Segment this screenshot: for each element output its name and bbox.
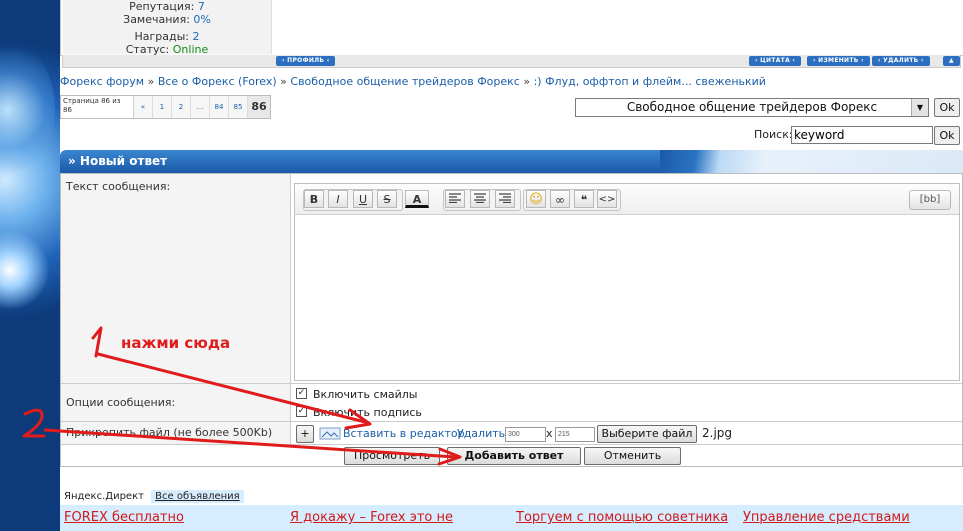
page-link[interactable]: 2: [172, 96, 191, 118]
search-input[interactable]: [791, 126, 933, 144]
message-textarea[interactable]: [295, 215, 959, 380]
all-ads-tab[interactable]: Все объявления: [151, 490, 244, 503]
background-glow: [0, 230, 50, 310]
italic-button[interactable]: I: [328, 190, 348, 208]
delete-attachment-link[interactable]: Удалить: [457, 427, 505, 440]
bold-button[interactable]: B: [304, 190, 324, 208]
remarks-row: Замечания: 0%: [63, 13, 271, 26]
code-icon[interactable]: <>: [597, 190, 617, 208]
background-decoration: [0, 0, 60, 531]
remarks-value[interactable]: 0%: [193, 13, 210, 26]
ad-link[interactable]: Торгуем с помощью советника: [516, 510, 728, 525]
background-glow: [0, 40, 55, 180]
align-center-icon: [474, 193, 486, 204]
smiles-checkbox[interactable]: ✓: [296, 388, 307, 399]
page-ellipsis[interactable]: ...: [191, 96, 210, 118]
reputation-label: Репутация:: [129, 0, 195, 13]
reply-header: » Новый ответ: [60, 150, 963, 173]
ad-link[interactable]: Я докажу – Forex это не: [290, 510, 453, 525]
align-right-button[interactable]: [495, 190, 515, 208]
editor-toolbar: B I U S A ☺ ∞ ❝ <> [bb]: [295, 184, 959, 215]
insert-into-editor-link[interactable]: Вставить в редактор: [343, 427, 465, 440]
preview-button[interactable]: Просмотреть: [344, 447, 440, 465]
cancel-button[interactable]: Отменить: [584, 447, 681, 465]
breadcrumb-separator: »: [519, 75, 534, 88]
edit-button[interactable]: › ИЗМЕНИТЬ ‹: [807, 56, 870, 66]
profile-button[interactable]: › ПРОФИЛЬ ‹: [276, 56, 336, 66]
breadcrumb: Форекс форум » Все о Форекс (Forex) » Св…: [60, 75, 766, 88]
delete-button[interactable]: › УДАЛИТЬ ‹: [872, 56, 930, 66]
breadcrumb-category[interactable]: Все о Форекс (Forex): [158, 75, 277, 88]
dimension-separator: x: [546, 427, 553, 440]
attach-label: Прикрепить файл (не более 500Kb): [66, 426, 273, 439]
reply-form: Текст сообщения: B I U S A ☺ ∞ ❝ <> [bb]…: [60, 173, 963, 467]
smiles-option-label: Включить смайлы: [313, 388, 418, 401]
page-link[interactable]: 85: [229, 96, 248, 118]
smile-icon[interactable]: ☺: [526, 190, 546, 208]
row-divider: [61, 444, 962, 445]
reputation-value[interactable]: 7: [198, 0, 205, 13]
image-height-input[interactable]: [555, 427, 595, 442]
image-icon: [319, 427, 341, 443]
font-color-button[interactable]: A: [405, 190, 429, 208]
text-label-cell: Текст сообщения:: [61, 174, 291, 383]
text-label: Текст сообщения:: [66, 180, 171, 193]
image-width-input[interactable]: [505, 427, 546, 442]
post-block: Репутация: 7 Замечания: 0% Награды: 2 Ст…: [60, 0, 963, 56]
page-current: 86: [248, 96, 270, 118]
quote-icon[interactable]: ❝: [574, 190, 594, 208]
reply-header-wave: [660, 150, 963, 173]
align-center-button[interactable]: [470, 190, 490, 208]
breadcrumb-separator: »: [276, 75, 291, 88]
ads-tabs: Яндекс.Директ Все объявления: [60, 490, 244, 505]
ad-link[interactable]: FOREX бесплатно: [64, 510, 184, 525]
underline-button[interactable]: U: [353, 190, 373, 208]
page-main: Репутация: 7 Замечания: 0% Награды: 2 Ст…: [60, 0, 963, 531]
align-left-button[interactable]: [445, 190, 465, 208]
forum-jump-value: Свободное общение трейдеров Форекс: [626, 100, 878, 114]
align-right-icon: [499, 193, 511, 204]
attach-label-cell: Прикрепить файл (не более 500Kb): [61, 422, 291, 444]
page-link[interactable]: 84: [210, 96, 229, 118]
awards-row: Награды: 2: [63, 30, 271, 43]
awards-value[interactable]: 2: [193, 30, 200, 43]
message-editor: B I U S A ☺ ∞ ❝ <> [bb]: [294, 183, 960, 381]
submit-reply-button[interactable]: Добавить ответ: [447, 447, 581, 465]
add-attachment-button[interactable]: +: [296, 425, 314, 443]
post-action-bar: › ПРОФИЛЬ ‹ › ЦИТАТА ‹ › ИЗМЕНИТЬ ‹ › УД…: [62, 55, 961, 68]
selected-file-name: 2.jpg: [702, 426, 733, 440]
page-info: Страница 86 из 86: [61, 96, 134, 118]
search-label: Поиск:: [754, 128, 793, 141]
reply-title: » Новый ответ: [68, 154, 168, 168]
reputation-row: Репутация: 7: [63, 0, 271, 13]
search-ok-button[interactable]: Ok: [934, 126, 960, 145]
breadcrumb-separator: »: [144, 75, 158, 88]
quote-button[interactable]: › ЦИТАТА ‹: [749, 56, 802, 66]
scroll-top-button[interactable]: ▲: [943, 56, 960, 66]
bbcode-toggle-button[interactable]: [bb]: [909, 190, 951, 210]
signature-checkbox[interactable]: ✓: [296, 406, 307, 417]
user-info: Репутация: 7 Замечания: 0% Награды: 2 Ст…: [63, 0, 271, 56]
forum-jump-select[interactable]: Свободное общение трейдеров Форекс ▼: [575, 98, 929, 117]
choose-file-button[interactable]: Выберите файл: [597, 425, 697, 443]
signature-option-label: Включить подпись: [313, 406, 422, 419]
link-icon[interactable]: ∞: [550, 190, 570, 208]
options-label-cell: Опции сообщения:: [61, 384, 291, 421]
yandex-direct-tab[interactable]: Яндекс.Директ: [60, 490, 148, 503]
page-link[interactable]: 1: [153, 96, 172, 118]
remarks-label: Замечания:: [123, 13, 190, 26]
post-body: [271, 0, 963, 54]
forum-jump-ok-button[interactable]: Ok: [934, 98, 960, 117]
breadcrumb-topic[interactable]: :) Флуд, оффтоп и флейм... свеженький: [534, 75, 766, 88]
page-first[interactable]: «: [134, 96, 153, 118]
strike-button[interactable]: S: [377, 190, 397, 208]
align-left-icon: [449, 193, 461, 204]
pagination: Страница 86 из 86 « 1 2 ... 84 85 86: [60, 95, 271, 119]
awards-label: Награды:: [134, 30, 189, 43]
breadcrumb-subforum[interactable]: Свободное общение трейдеров Форекс: [290, 75, 519, 88]
breadcrumb-forum[interactable]: Форекс форум: [60, 75, 144, 88]
ad-link[interactable]: Управление средствами: [743, 510, 910, 525]
options-label: Опции сообщения:: [66, 396, 176, 409]
chevron-down-icon[interactable]: ▼: [911, 99, 928, 116]
